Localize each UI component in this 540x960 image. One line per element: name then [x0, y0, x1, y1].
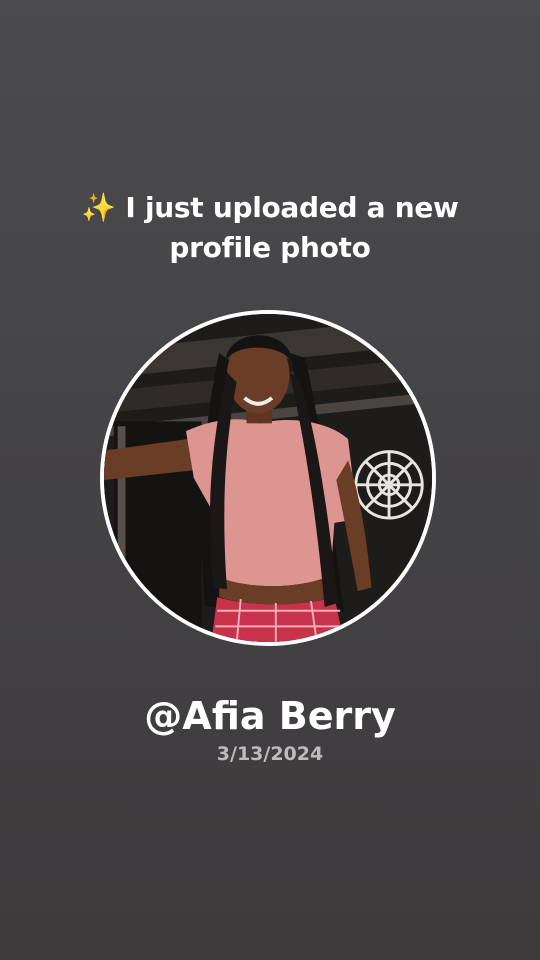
announcement-headline: ✨ I just uploaded a new profile photo: [40, 188, 500, 268]
upload-date: 3/13/2024: [216, 743, 324, 765]
announcement-text: I just uploaded a new profile photo: [125, 191, 459, 264]
profile-photo: [100, 310, 436, 646]
sparkles-icon: ✨: [81, 191, 116, 224]
profile-photo-illustration: [104, 314, 432, 642]
username: @Afia Berry: [144, 694, 396, 738]
